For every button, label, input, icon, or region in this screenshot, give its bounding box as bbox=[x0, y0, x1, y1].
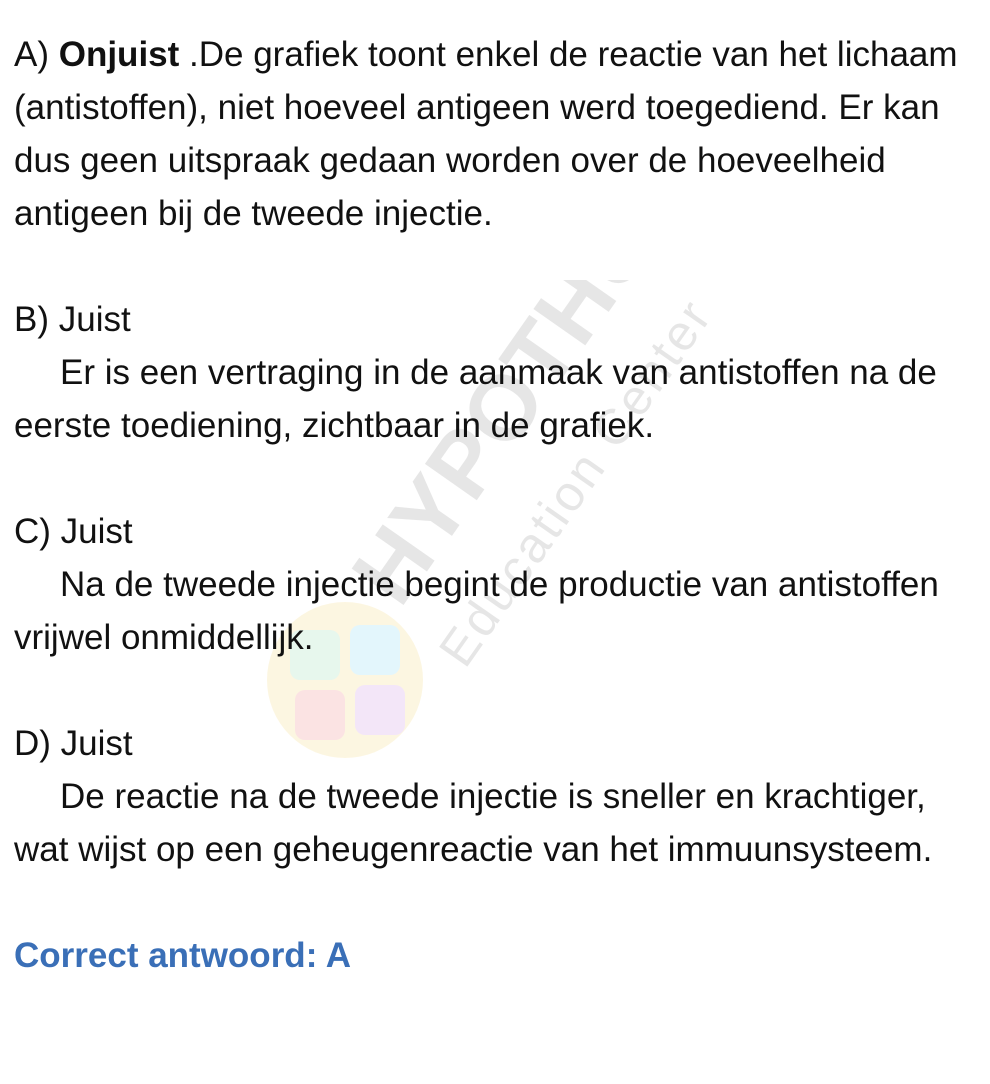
option-d-explanation-text: De reactie na de tweede injectie is snel… bbox=[14, 777, 933, 869]
option-c-heading: C) Juist bbox=[14, 512, 133, 551]
option-a-verdict: Onjuist bbox=[58, 35, 180, 74]
option-b-explanation: Er is een vertraging in de aanmaak van a… bbox=[14, 346, 974, 452]
option-b-heading: B) Juist bbox=[14, 300, 131, 339]
option-c-explanation-text: Na de tweede injectie begint de producti… bbox=[14, 565, 939, 657]
option-d-explanation: De reactie na de tweede injectie is snel… bbox=[14, 770, 974, 876]
option-a-block: A) Onjuist .De grafiek toont enkel de re… bbox=[14, 28, 974, 240]
option-d-heading: D) Juist bbox=[14, 724, 133, 763]
option-a-prefix: A) bbox=[14, 35, 49, 74]
correct-answer: Correct antwoord: A bbox=[14, 936, 352, 975]
option-c-explanation: Na de tweede injectie begint de producti… bbox=[14, 558, 974, 664]
option-b-explanation-text: Er is een vertraging in de aanmaak van a… bbox=[14, 353, 937, 445]
answer-explanation-page: HYPOTHUSE Education Center A) Onjuist .D… bbox=[0, 0, 990, 1084]
explanation-content: A) Onjuist .De grafiek toont enkel de re… bbox=[14, 28, 974, 982]
